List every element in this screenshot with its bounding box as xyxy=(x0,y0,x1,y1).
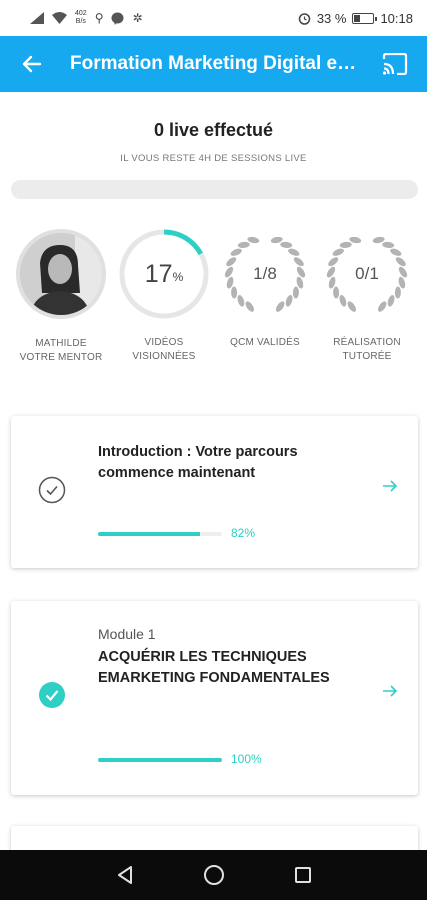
status-bar: 402 B/s ⚲ ✲ 33 % 10:18 xyxy=(0,0,427,36)
module-number: Module 1 xyxy=(98,626,156,642)
clock: 10:18 xyxy=(380,10,413,26)
signal-icon xyxy=(30,12,44,24)
live-sessions-title: 0 live effectué xyxy=(153,120,274,140)
nav-home-icon xyxy=(203,865,224,885)
arrow-right-icon[interactable] xyxy=(380,476,400,496)
mentor-avatar xyxy=(16,229,106,319)
videos-stat[interactable]: 17% VIDÉOS VISIONNÉES xyxy=(114,228,214,364)
qcm-count: 1/8 xyxy=(253,264,277,283)
network-speed: 402 B/s xyxy=(75,10,87,25)
arrow-right-icon[interactable] xyxy=(380,681,400,701)
realisation-label: RÉALISATION TUTORÉE xyxy=(333,337,401,362)
qcm-label: QCM VALIDÉS xyxy=(230,337,300,348)
module-title: ACQUÉRIR LES TECHNIQUES EMARKETING FONDA… xyxy=(98,649,330,686)
messenger-icon xyxy=(111,12,124,25)
videos-label: VIDÉOS VISIONNÉES xyxy=(132,337,196,362)
app-bar: Formation Marketing Digital e… xyxy=(0,36,427,92)
nav-back-icon xyxy=(117,866,132,884)
nav-back-button[interactable] xyxy=(110,860,140,890)
usb-icon: ⚲ xyxy=(94,11,104,25)
mentor-label: MATHILDE VOTRE MENTOR xyxy=(19,338,103,363)
module-card-module-1[interactable]: Module 1 ACQUÉRIR LES TECHNIQUES EMARKET… xyxy=(11,601,418,795)
nav-recents-button[interactable] xyxy=(288,860,318,890)
cast-button[interactable] xyxy=(377,46,413,82)
check-circle-filled-icon xyxy=(39,682,65,708)
cast-icon xyxy=(382,53,408,75)
qcm-stat[interactable]: 1/8 QCM VALIDÉS xyxy=(215,228,315,350)
module-progress-percent: 100% xyxy=(231,752,262,766)
realisation-stat[interactable]: 0/1 RÉALISATION TUTORÉE xyxy=(317,228,417,364)
module-progress-percent: 82% xyxy=(231,526,256,540)
mentor-stat[interactable]: MATHILDE VOTRE MENTOR xyxy=(11,228,111,365)
live-progress-bar xyxy=(11,180,418,199)
arrow-left-icon xyxy=(22,55,42,73)
realisation-count: 0/1 xyxy=(355,264,379,283)
module-progress-bar xyxy=(98,758,222,762)
system-nav-bar xyxy=(0,850,427,900)
alarm-icon xyxy=(298,12,311,25)
wifi-icon xyxy=(52,12,67,24)
module-title: Introduction : Votre parcours commence m… xyxy=(98,444,298,481)
progress-stats: MATHILDE VOTRE MENTOR 17% VIDÉOS VISIONN… xyxy=(0,228,427,368)
page-title: Formation Marketing Digital e… xyxy=(70,53,357,74)
back-button[interactable] xyxy=(14,46,50,82)
module-progress-bar xyxy=(98,532,222,536)
check-circle-outline-icon xyxy=(38,476,66,504)
battery-icon xyxy=(352,12,378,24)
videos-percent: 17% xyxy=(144,259,184,288)
nav-home-button[interactable] xyxy=(199,860,229,890)
battery-percent: 33 % xyxy=(316,10,347,26)
settings-notification-icon: ✲ xyxy=(132,11,143,25)
module-card-introduction[interactable]: Introduction : Votre parcours commence m… xyxy=(11,416,418,568)
live-sessions-subtitle: IL VOUS RESTE 4H DE SESSIONS LIVE xyxy=(120,153,307,164)
nav-recents-icon xyxy=(294,867,311,883)
